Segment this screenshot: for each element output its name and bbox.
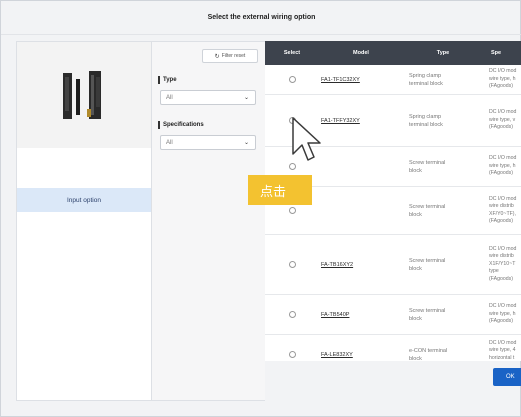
model-cell: FA-TB16XY2 [321, 235, 353, 294]
table-row[interactable]: FA-LE832XY e-CON terminal block DC I/O m… [265, 335, 521, 361]
spec-cell: DC I/O mod wire type, h (FAgoods) [489, 295, 516, 334]
spec-text: DC I/O mod wire type, v (FAgoods) [489, 109, 517, 131]
model-cell: FA-TB540P [321, 295, 349, 334]
spec-text: DC I/O mod wire type, h (FAgoods) [489, 155, 517, 177]
wiring-option-dialog: Select the external wiring option Input … [0, 0, 521, 417]
product-image [17, 42, 151, 148]
type-cell: Screw terminal block [409, 147, 445, 186]
header-model: Model [353, 50, 369, 56]
spec-cell: DC I/O mod wire type, v (FAgoods) [489, 95, 516, 146]
type-cell: Spring clamp terminal block [409, 65, 443, 94]
model-link[interactable]: FA1-TF1C32XY [321, 77, 360, 83]
type-text: Screw terminal block [409, 257, 446, 272]
specifications-select-value: All [166, 139, 173, 146]
table-row[interactable]: FA-TB16XY2 Screw terminal block DC I/O m… [265, 235, 521, 295]
spec-text: DC I/O mod wire type, 4 horizontal t (FA… [489, 339, 517, 361]
type-cell: Screw terminal block [409, 235, 445, 294]
type-cell: Screw terminal block [409, 295, 445, 334]
terminal-block-illustration [63, 71, 101, 119]
select-radio[interactable] [289, 207, 296, 214]
model-cell: FA1-TF1C32XY [321, 65, 360, 94]
type-text: Screw terminal block [409, 307, 446, 322]
table-header: Select Model Type Spe [265, 41, 521, 65]
type-text: Spring clamp terminal block [409, 113, 443, 128]
select-radio[interactable] [289, 261, 296, 268]
type-text: Screw terminal block [409, 203, 446, 218]
type-cell: Screw terminal block [409, 187, 445, 234]
spec-cell: DC I/O mod wire type, 4 horizontal t (FA… [489, 335, 516, 361]
spec-cell: DC I/O mod wire distrib X1F/Y10~T type (… [489, 235, 516, 294]
spec-text: DC I/O mod wire distrib XF/Y0~TF), (FAgo… [489, 195, 517, 225]
spec-text: DC I/O mod wire type, h (FAgoods) [489, 303, 517, 325]
select-cell [289, 65, 296, 94]
model-link[interactable]: FA-TB540P [321, 312, 349, 318]
type-text: e-CON terminal block [409, 347, 448, 362]
spec-text: DC I/O mod wire distrib X1F/Y10~T type (… [489, 245, 517, 282]
click-callout: 点击 [248, 175, 312, 205]
type-filter-label: Type [158, 76, 177, 84]
spec-text: DC I/O mod wire type, h (FAgoods) [489, 68, 517, 90]
header-select: Select [283, 50, 301, 56]
select-radio[interactable] [289, 311, 296, 318]
mouse-pointer-icon [292, 117, 321, 161]
filter-reset-button[interactable]: ↻ Filter reset [202, 49, 258, 63]
chevron-down-icon: ⌄ [243, 95, 249, 101]
table-row[interactable]: FA1-TF1C32XY Spring clamp terminal block… [265, 65, 521, 95]
filter-panel: ↻ Filter reset Type All ⌄ Specifications… [152, 41, 265, 401]
header-specifications: Spe [491, 50, 502, 56]
select-radio[interactable] [289, 76, 296, 83]
model-link[interactable]: FA-TB16XY2 [321, 262, 353, 268]
type-select[interactable]: All ⌄ [160, 90, 256, 105]
type-text: Screw terminal block [409, 159, 446, 174]
model-cell: FA-LE832XY [321, 335, 353, 361]
type-cell: Spring clamp terminal block [409, 95, 443, 146]
filter-reset-label: Filter reset [221, 53, 246, 59]
spec-cell: DC I/O mod wire type, h (FAgoods) [489, 147, 516, 186]
type-text: Spring clamp terminal block [409, 72, 443, 87]
model-link[interactable]: FA-LE832XY [321, 352, 353, 358]
spec-cell: DC I/O mod wire type, h (FAgoods) [489, 65, 516, 94]
select-cell [289, 335, 296, 361]
specifications-select[interactable]: All ⌄ [160, 135, 256, 150]
table-row[interactable]: FA-TB540P Screw terminal block DC I/O mo… [265, 295, 521, 335]
input-option-item[interactable]: Input option [17, 188, 151, 212]
type-cell: e-CON terminal block [409, 335, 448, 362]
chevron-down-icon: ⌄ [243, 140, 249, 146]
left-panel: Input option [16, 41, 152, 401]
specifications-filter-label: Specifications [158, 121, 204, 129]
refresh-icon: ↻ [214, 53, 220, 60]
select-cell [289, 295, 296, 334]
dialog-title: Select the external wiring option [1, 1, 521, 35]
select-radio[interactable] [289, 351, 296, 358]
spec-cell: DC I/O mod wire distrib XF/Y0~TF), (FAgo… [489, 187, 516, 234]
confirm-button[interactable]: OK [493, 368, 521, 386]
header-type: Type [436, 50, 450, 56]
select-cell [289, 235, 296, 294]
type-select-value: All [166, 94, 173, 101]
